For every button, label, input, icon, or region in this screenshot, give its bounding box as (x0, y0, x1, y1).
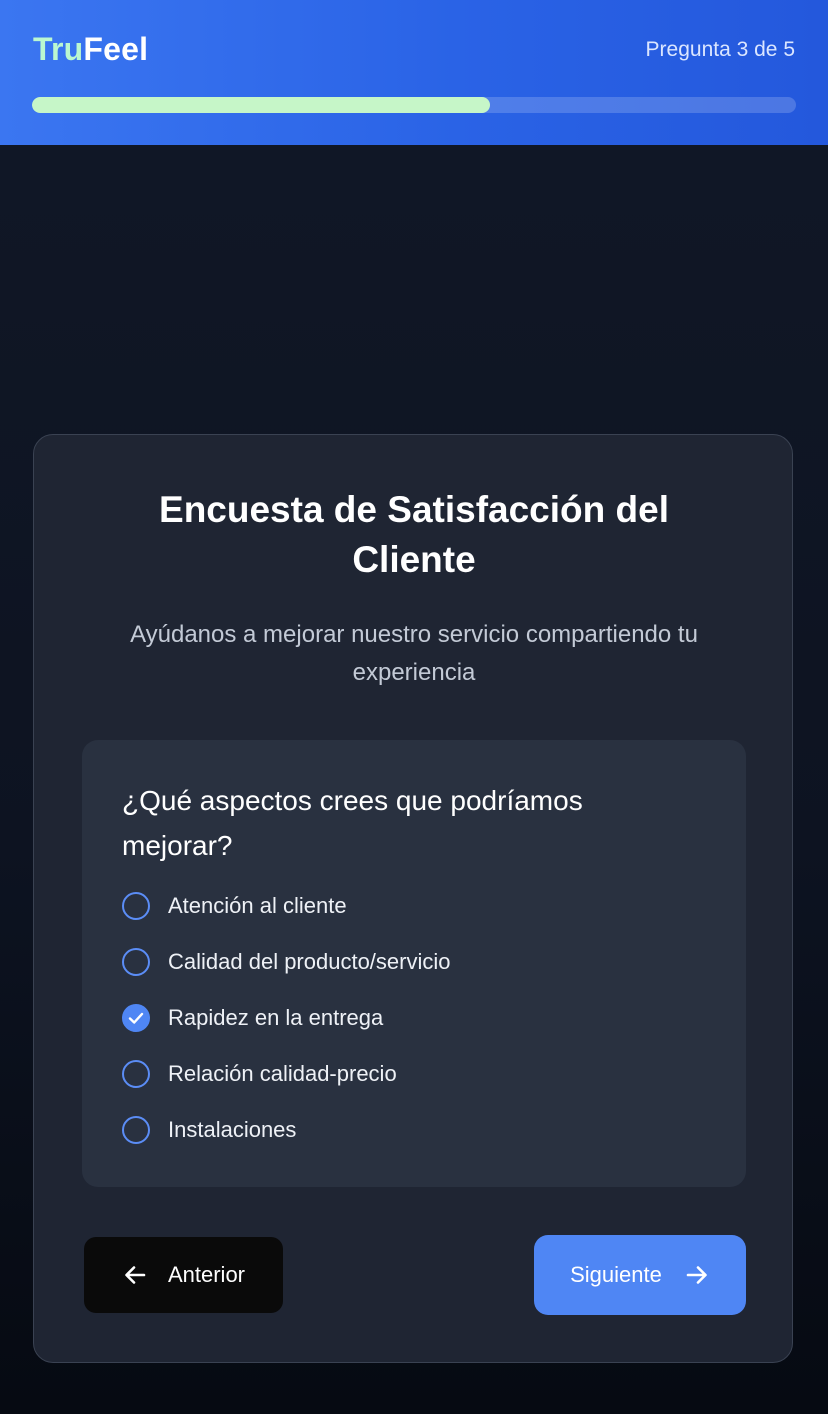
question-progress-text: Pregunta 3 de 5 (645, 38, 795, 61)
option-label: Atención al cliente (168, 893, 347, 918)
option-atencion-cliente[interactable]: Atención al cliente (122, 890, 347, 922)
question-panel: ¿Qué aspectos crees que podríamos mejora… (82, 740, 746, 1187)
previous-button-label: Anterior (167, 1262, 246, 1287)
next-button-label: Siguiente (570, 1262, 662, 1287)
progress-bar (32, 97, 796, 113)
survey-card: Encuesta de Satisfacción del Cliente Ayú… (33, 434, 793, 1363)
option-calidad-producto[interactable]: Calidad del producto/servicio (122, 946, 451, 978)
survey-title: Encuesta de Satisfacción del Cliente (159, 489, 669, 580)
next-button[interactable]: Siguiente (534, 1235, 746, 1315)
arrow-right-icon (684, 1262, 710, 1288)
option-instalaciones[interactable]: Instalaciones (122, 1114, 296, 1146)
progress-bar-fill (32, 97, 491, 113)
logo-part-tru: Tru (33, 31, 84, 67)
app-logo: TruFeel (33, 31, 148, 68)
option-label: Rapidez en la entrega (168, 1005, 384, 1030)
previous-button[interactable]: Anterior (84, 1237, 283, 1313)
check-icon (128, 1012, 144, 1024)
option-label: Relación calidad-precio (168, 1061, 397, 1086)
arrow-left-icon (122, 1262, 148, 1288)
header-bar: TruFeel Pregunta 3 de 5 (0, 0, 828, 145)
option-relacion-calidad-precio[interactable]: Relación calidad-precio (122, 1058, 397, 1090)
question-text: ¿Qué aspectos crees que podríamos mejora… (122, 785, 583, 861)
option-label: Instalaciones (168, 1117, 297, 1142)
option-checkbox[interactable] (122, 892, 150, 920)
survey-subtitle: Ayúdanos a mejorar nuestro servicio comp… (130, 621, 698, 686)
option-checkbox[interactable] (122, 1116, 150, 1144)
option-checkbox[interactable] (122, 1004, 150, 1032)
option-checkbox[interactable] (122, 948, 150, 976)
option-label: Calidad del producto/servicio (168, 949, 451, 974)
option-checkbox[interactable] (122, 1060, 150, 1088)
option-rapidez-entrega[interactable]: Rapidez en la entrega (122, 1002, 383, 1034)
logo-part-feel: Feel (83, 31, 149, 67)
